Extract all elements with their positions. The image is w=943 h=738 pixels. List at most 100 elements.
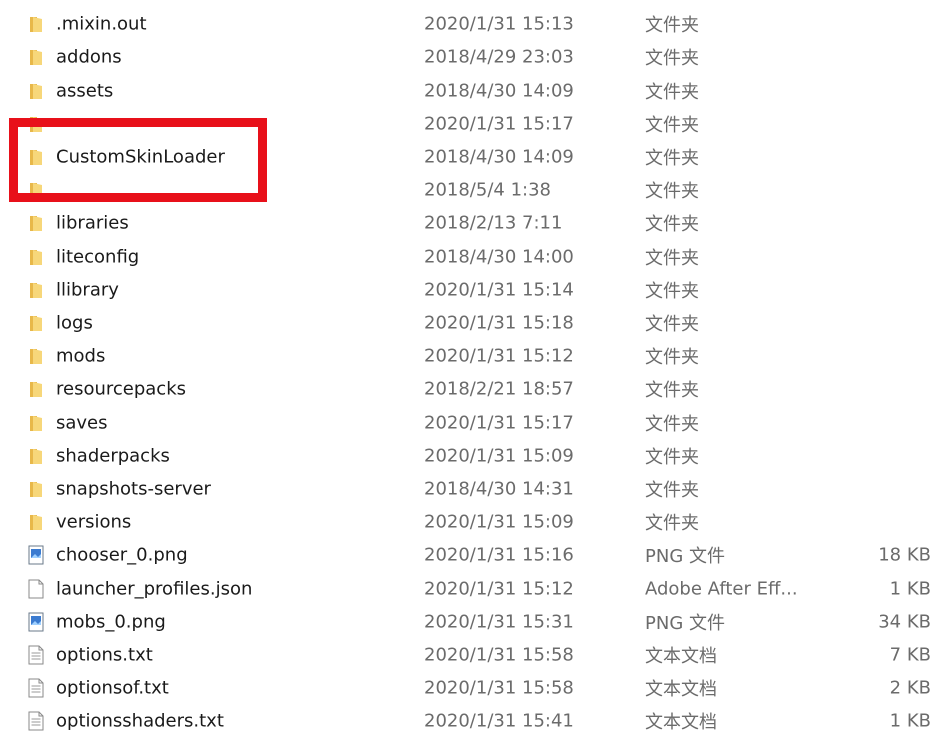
folder-icon	[28, 479, 44, 499]
folder-icon	[28, 379, 44, 399]
file-type: 文件夹	[645, 81, 699, 103]
folder-icon	[28, 213, 44, 233]
file-date: 2018/2/21 18:57	[424, 378, 574, 400]
file-date: 2018/4/30 14:09	[424, 80, 574, 102]
folder-icon	[28, 313, 44, 333]
file-type: 文件夹	[645, 280, 699, 302]
file-type: 文件夹	[645, 147, 699, 169]
file-row[interactable]: shaderpacks 2020/1/31 15:09 文件夹	[0, 439, 943, 472]
text-file-icon	[28, 645, 44, 665]
file-row[interactable]: chooser_0.png 2020/1/31 15:16 PNG 文件 18 KB	[0, 539, 943, 572]
file-name: assets	[56, 80, 114, 102]
file-type: 文件夹	[645, 214, 699, 236]
folder-icon	[28, 280, 44, 300]
file-name: shaderpacks	[56, 445, 170, 467]
file-row[interactable]: liteconfig 2018/4/30 14:00 文件夹	[0, 240, 943, 273]
file-row[interactable]: mobs_0.png 2020/1/31 15:31 PNG 文件 34 KB	[0, 605, 943, 638]
file-row[interactable]: logs 2020/1/31 15:18 文件夹	[0, 306, 943, 339]
file-date: 2020/1/31 15:17	[424, 412, 574, 434]
file-date: 2018/4/29 23:03	[424, 46, 574, 68]
file-type: Adobe After Eff...	[645, 578, 798, 600]
file-date: 2020/1/31 15:16	[424, 544, 574, 566]
file-date: 2018/4/30 14:00	[424, 246, 574, 268]
file-name: .mixin.out	[56, 13, 147, 35]
file-row[interactable]: optionsof.txt 2020/1/31 15:58 文本文档 2 KB	[0, 672, 943, 705]
file-name: CustomSkinLoader	[56, 146, 225, 168]
image-file-icon	[28, 612, 44, 632]
file-name: options.txt	[56, 644, 153, 666]
file-type: 文件夹	[645, 48, 699, 70]
file-name: optionsshaders.txt	[56, 710, 224, 732]
file-date: 2018/2/13 7:11	[424, 212, 563, 234]
text-file-icon	[28, 711, 44, 731]
file-size: 2 KB	[889, 677, 931, 699]
file-date: 2020/1/31 15:12	[424, 345, 574, 367]
file-type: 文件夹	[645, 15, 699, 37]
file-size: 1 KB	[889, 710, 931, 732]
file-type: 文件夹	[645, 114, 699, 136]
file-type: 文件夹	[645, 181, 699, 203]
file-name: optionsof.txt	[56, 677, 169, 699]
file-row[interactable]: libraries 2018/2/13 7:11 文件夹	[0, 207, 943, 240]
file-row[interactable]: .mixin.out 2020/1/31 15:13 文件夹	[0, 8, 943, 41]
file-date: 2020/1/31 15:58	[424, 677, 574, 699]
file-name: saves	[56, 412, 108, 434]
file-type: 文件夹	[645, 247, 699, 269]
folder-icon	[28, 446, 44, 466]
file-date: 2020/1/31 15:17	[424, 113, 574, 135]
file-row[interactable]: launcher_profiles.json 2020/1/31 15:12 Ado…	[0, 572, 943, 605]
file-row[interactable]: saves 2020/1/31 15:17 文件夹	[0, 406, 943, 439]
folder-icon	[28, 247, 44, 267]
image-file-icon	[28, 545, 44, 565]
file-date: 2020/1/31 15:41	[424, 710, 574, 732]
file-size: 18 KB	[878, 544, 931, 566]
file-name: liteconfig	[56, 246, 140, 268]
folder-icon	[28, 147, 44, 167]
folder-icon	[28, 512, 44, 532]
file-row[interactable]: snapshots-server 2018/4/30 14:31 文件夹	[0, 472, 943, 505]
file-row[interactable]: mods 2020/1/31 15:12 文件夹	[0, 340, 943, 373]
file-type: 文本文档	[645, 712, 717, 734]
file-type: 文件夹	[645, 446, 699, 468]
file-row[interactable]: assets 2018/4/30 14:09 文件夹	[0, 74, 943, 107]
file-name: logs	[56, 312, 93, 334]
folder-icon	[28, 180, 44, 200]
file-date: 2020/1/31 15:09	[424, 445, 574, 467]
file-row[interactable]: options.txt 2020/1/31 15:58 文本文档 7 KB	[0, 638, 943, 671]
folder-icon	[28, 346, 44, 366]
file-name: versions	[56, 511, 132, 533]
file-date: 2020/1/31 15:18	[424, 312, 574, 334]
text-file-icon	[28, 678, 44, 698]
file-date: 2020/1/31 15:13	[424, 13, 574, 35]
file-name: addons	[56, 46, 122, 68]
file-type: 文件夹	[645, 479, 699, 501]
file-type: 文件夹	[645, 413, 699, 435]
file-row[interactable]: optionsshaders.txt 2020/1/31 15:41 文本文档 1 K…	[0, 705, 943, 738]
file-type: 文本文档	[645, 645, 717, 667]
file-name: libraries	[56, 212, 129, 234]
file-size: 1 KB	[889, 578, 931, 600]
file-type: PNG 文件	[645, 612, 725, 634]
file-name: llibrary	[56, 279, 119, 301]
file-type: PNG 文件	[645, 546, 725, 568]
file-date: 2020/1/31 15:12	[424, 578, 574, 600]
file-row[interactable]: 2018/5/4 1:38 文件夹	[0, 174, 943, 207]
file-type: 文件夹	[645, 380, 699, 402]
file-row[interactable]: addons 2018/4/29 23:03 文件夹	[0, 41, 943, 74]
folder-icon	[28, 413, 44, 433]
file-date: 2020/1/31 15:14	[424, 279, 574, 301]
file-name: resourcepacks	[56, 378, 187, 400]
file-date: 2018/4/30 14:31	[424, 478, 574, 500]
file-row[interactable]: versions 2020/1/31 15:09 文件夹	[0, 506, 943, 539]
file-name: launcher_profiles.json	[56, 578, 253, 600]
file-row[interactable]: llibrary 2020/1/31 15:14 文件夹	[0, 273, 943, 306]
file-date: 2018/5/4 1:38	[424, 179, 551, 201]
file-name: snapshots-server	[56, 478, 211, 500]
file-row[interactable]: CustomSkinLoader 2018/4/30 14:09 文件夹	[0, 140, 943, 173]
file-row[interactable]: 2020/1/31 15:17 文件夹	[0, 107, 943, 140]
folder-icon	[28, 81, 44, 101]
file-type: 文件夹	[645, 347, 699, 369]
file-name: chooser_0.png	[56, 544, 188, 566]
file-row[interactable]: resourcepacks 2018/2/21 18:57 文件夹	[0, 373, 943, 406]
file-type: 文本文档	[645, 679, 717, 701]
